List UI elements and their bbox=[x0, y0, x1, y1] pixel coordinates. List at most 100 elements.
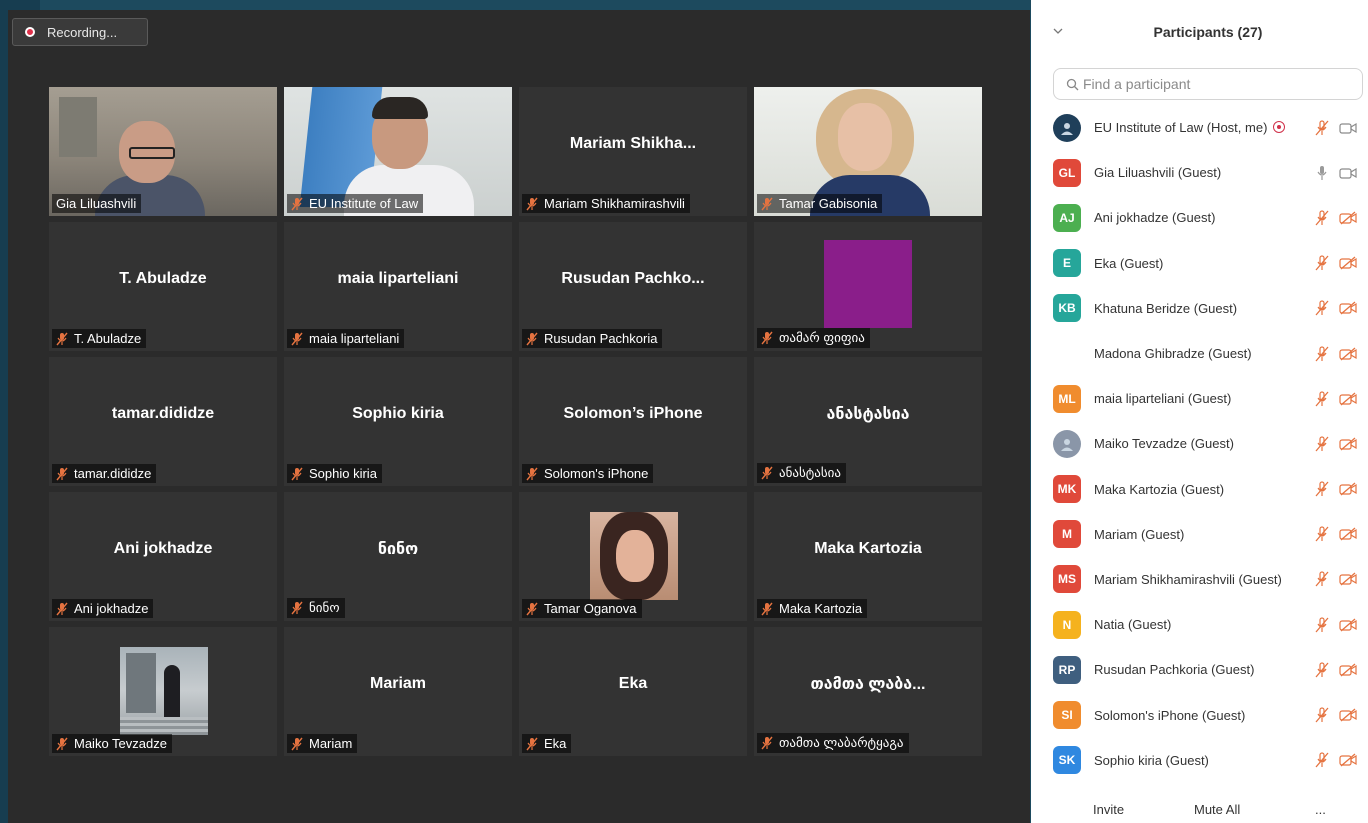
mic-muted-icon[interactable] bbox=[1315, 300, 1329, 316]
video-off-icon[interactable] bbox=[1339, 708, 1357, 722]
tile-display-name: Rusudan Pachko... bbox=[561, 269, 705, 287]
video-tile[interactable]: Gia Liluashvili bbox=[49, 87, 277, 216]
mic-muted-icon bbox=[291, 601, 303, 615]
mic-muted-icon[interactable] bbox=[1315, 752, 1329, 768]
video-tile[interactable]: ანასტასია ანასტასია bbox=[754, 357, 982, 486]
participant-row[interactable]: N Natia (Guest) bbox=[1031, 602, 1368, 647]
tile-display-name: Ani jokhadze bbox=[113, 539, 213, 557]
mic-muted-icon bbox=[526, 737, 538, 751]
video-tile[interactable]: maia liparteliani maia liparteliani bbox=[284, 222, 512, 351]
video-off-icon[interactable] bbox=[1339, 753, 1357, 767]
tile-name-label: Sophio kiria bbox=[287, 464, 382, 483]
mic-muted-icon[interactable] bbox=[1315, 617, 1329, 633]
video-tile[interactable]: თამარ ფიფია bbox=[754, 222, 982, 351]
video-grid: Gia Liluashvili EU Institute of Law Mariam… bbox=[49, 87, 982, 756]
video-tile[interactable]: ნინო ნინო bbox=[284, 492, 512, 621]
participant-row[interactable]: MK Maka Kartozia (Guest) bbox=[1031, 467, 1368, 512]
video-off-icon[interactable] bbox=[1339, 347, 1357, 361]
participant-row[interactable]: ML maia liparteliani (Guest) bbox=[1031, 376, 1368, 421]
mic-muted-icon[interactable] bbox=[1315, 210, 1329, 226]
participant-name: Ani jokhadze (Guest) bbox=[1094, 210, 1215, 225]
video-off-icon[interactable] bbox=[1339, 437, 1357, 451]
participant-name: Maiko Tevzadze (Guest) bbox=[1094, 436, 1234, 451]
mic-muted-icon bbox=[526, 197, 538, 211]
participant-row[interactable]: Madona Ghibradze (Guest) bbox=[1031, 331, 1368, 376]
tile-display-name: tamar.dididze bbox=[111, 404, 215, 422]
video-off-icon[interactable] bbox=[1339, 301, 1357, 315]
avatar: ML bbox=[1053, 384, 1081, 413]
mic-muted-icon bbox=[291, 737, 303, 751]
record-icon bbox=[25, 27, 35, 37]
video-off-icon[interactable] bbox=[1339, 527, 1357, 541]
video-off-icon[interactable] bbox=[1339, 572, 1357, 586]
participant-row[interactable]: SK Sophio kiria (Guest) bbox=[1031, 738, 1368, 783]
tile-label-text: თამთა ლაბარტყაგა bbox=[779, 735, 904, 750]
panel-header: Participants (27) bbox=[1031, 0, 1368, 60]
participant-name-text: Gia Liluashvili (Guest) bbox=[1094, 165, 1222, 181]
avatar bbox=[1053, 113, 1081, 142]
participant-row[interactable]: E Eka (Guest) bbox=[1031, 241, 1368, 286]
video-off-icon[interactable] bbox=[1339, 392, 1357, 406]
tile-name-label: თამთა ლაბარტყაგა bbox=[757, 733, 909, 753]
participant-row[interactable]: M Mariam (Guest) bbox=[1031, 512, 1368, 557]
video-tile[interactable]: Solomon’s iPhone Solomon's iPhone bbox=[519, 357, 747, 486]
avatar: M bbox=[1053, 520, 1081, 549]
video-tile[interactable]: Sophio kiria Sophio kiria bbox=[284, 357, 512, 486]
video-off-icon[interactable] bbox=[1339, 663, 1357, 677]
video-tile[interactable]: tamar.dididze tamar.dididze bbox=[49, 357, 277, 486]
mic-icon[interactable] bbox=[1315, 165, 1329, 181]
participant-name: Rusudan Pachkoria (Guest) bbox=[1094, 662, 1254, 677]
search-input[interactable]: Find a participant bbox=[1053, 68, 1363, 100]
video-tile[interactable]: Ani jokhadze Ani jokhadze bbox=[49, 492, 277, 621]
more-button[interactable]: ... bbox=[1315, 802, 1326, 817]
mute-all-button[interactable]: Mute All bbox=[1194, 802, 1240, 817]
mic-muted-icon[interactable] bbox=[1315, 119, 1329, 136]
mic-muted-icon[interactable] bbox=[1315, 571, 1329, 587]
participant-name-text: Mariam Shikhamirashvili (Guest) bbox=[1094, 571, 1282, 587]
video-tile[interactable]: Mariam Mariam bbox=[284, 627, 512, 756]
video-tile[interactable]: Eka Eka bbox=[519, 627, 747, 756]
participant-row[interactable]: SI Solomon's iPhone (Guest) bbox=[1031, 692, 1368, 737]
video-tile[interactable]: T. Abuladze T. Abuladze bbox=[49, 222, 277, 351]
meeting-window: Recording... Gia Liluashvili EU Institute… bbox=[8, 10, 1030, 823]
mic-muted-icon[interactable] bbox=[1315, 481, 1329, 497]
video-tile[interactable]: EU Institute of Law bbox=[284, 87, 512, 216]
participant-row[interactable]: AJ Ani jokhadze (Guest) bbox=[1031, 195, 1368, 240]
mic-muted-icon[interactable] bbox=[1315, 707, 1329, 723]
video-tile[interactable]: Maiko Tevzadze bbox=[49, 627, 277, 756]
mic-muted-icon[interactable] bbox=[1315, 345, 1329, 362]
avatar: SK bbox=[1053, 746, 1081, 775]
invite-button[interactable]: Invite bbox=[1093, 802, 1124, 817]
participant-row[interactable]: Maiko Tevzadze (Guest) bbox=[1031, 421, 1368, 466]
mic-muted-icon[interactable] bbox=[1315, 526, 1329, 542]
video-off-icon[interactable] bbox=[1339, 618, 1357, 632]
video-tile[interactable]: Rusudan Pachko... Rusudan Pachkoria bbox=[519, 222, 747, 351]
tile-label-text: Eka bbox=[544, 736, 567, 751]
participant-row[interactable]: EU Institute of Law (Host, me) bbox=[1031, 105, 1368, 150]
video-icon[interactable] bbox=[1339, 121, 1357, 135]
video-tile[interactable]: თამთა ლაბა... თამთა ლაბარტყაგა bbox=[754, 627, 982, 756]
participant-name: EU Institute of Law (Host, me) bbox=[1094, 120, 1286, 135]
mic-muted-icon[interactable] bbox=[1315, 391, 1329, 407]
video-off-icon[interactable] bbox=[1339, 211, 1357, 225]
mic-muted-icon[interactable] bbox=[1315, 662, 1329, 678]
video-icon[interactable] bbox=[1339, 166, 1357, 180]
video-tile[interactable]: Maka Kartozia Maka Kartozia bbox=[754, 492, 982, 621]
participant-row[interactable]: KB Khatuna Beridze (Guest) bbox=[1031, 286, 1368, 331]
tile-label-text: Rusudan Pachkoria bbox=[544, 331, 658, 346]
participant-row[interactable]: MS Mariam Shikhamirashvili (Guest) bbox=[1031, 557, 1368, 602]
participant-name-text: Maiko Tevzadze (Guest) bbox=[1094, 436, 1234, 452]
mic-muted-icon[interactable] bbox=[1315, 255, 1329, 271]
video-tile[interactable]: Tamar Oganova bbox=[519, 492, 747, 621]
participant-name-text: Solomon's iPhone (Guest) bbox=[1094, 707, 1246, 723]
recording-indicator[interactable]: Recording... bbox=[12, 18, 148, 46]
participant-row[interactable]: GL Gia Liluashvili (Guest) bbox=[1031, 150, 1368, 195]
participant-row[interactable]: RP Rusudan Pachkoria (Guest) bbox=[1031, 647, 1368, 692]
tile-display-name: Sophio kiria bbox=[352, 404, 444, 422]
video-tile[interactable]: Mariam Shikha... Mariam Shikhamirashvili bbox=[519, 87, 747, 216]
video-off-icon[interactable] bbox=[1339, 482, 1357, 496]
video-tile[interactable]: Tamar Gabisonia bbox=[754, 87, 982, 216]
video-off-icon[interactable] bbox=[1339, 256, 1357, 270]
tile-display-name: Eka bbox=[618, 674, 648, 692]
mic-muted-icon[interactable] bbox=[1315, 436, 1329, 452]
